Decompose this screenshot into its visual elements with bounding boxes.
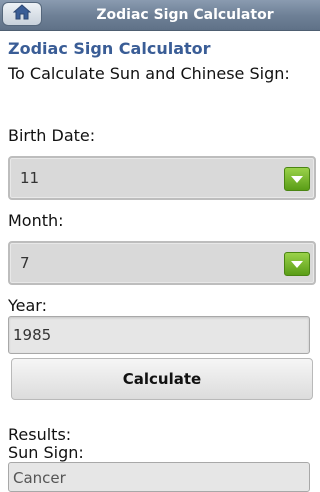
app-title: Zodiac Sign Calculator [96, 7, 274, 23]
intro-text: To Calculate Sun and Chinese Sign: [8, 64, 290, 83]
title-bar: Zodiac Sign Calculator [0, 0, 320, 31]
month-value: 7 [20, 254, 30, 272]
year-value: 1985 [13, 326, 52, 344]
month-label: Month: [8, 211, 64, 230]
year-field[interactable]: 1985 [8, 316, 310, 354]
results-label: Results: [8, 425, 72, 444]
year-label: Year: [8, 296, 47, 315]
birth-date-select[interactable]: 11 [8, 156, 316, 200]
birth-date-label: Birth Date: [8, 126, 96, 145]
birth-date-value: 11 [20, 169, 40, 187]
sun-sign-field[interactable]: Cancer [8, 462, 310, 492]
home-button[interactable] [2, 2, 42, 26]
month-select[interactable]: 7 [8, 241, 316, 285]
home-icon [12, 4, 32, 24]
page-heading: Zodiac Sign Calculator [8, 39, 211, 58]
chevron-down-icon[interactable] [284, 167, 310, 191]
calculate-button[interactable]: Calculate [11, 358, 313, 400]
sun-sign-value: Cancer [13, 469, 66, 487]
chevron-down-icon[interactable] [284, 252, 310, 276]
sun-sign-label: Sun Sign: [8, 443, 84, 462]
